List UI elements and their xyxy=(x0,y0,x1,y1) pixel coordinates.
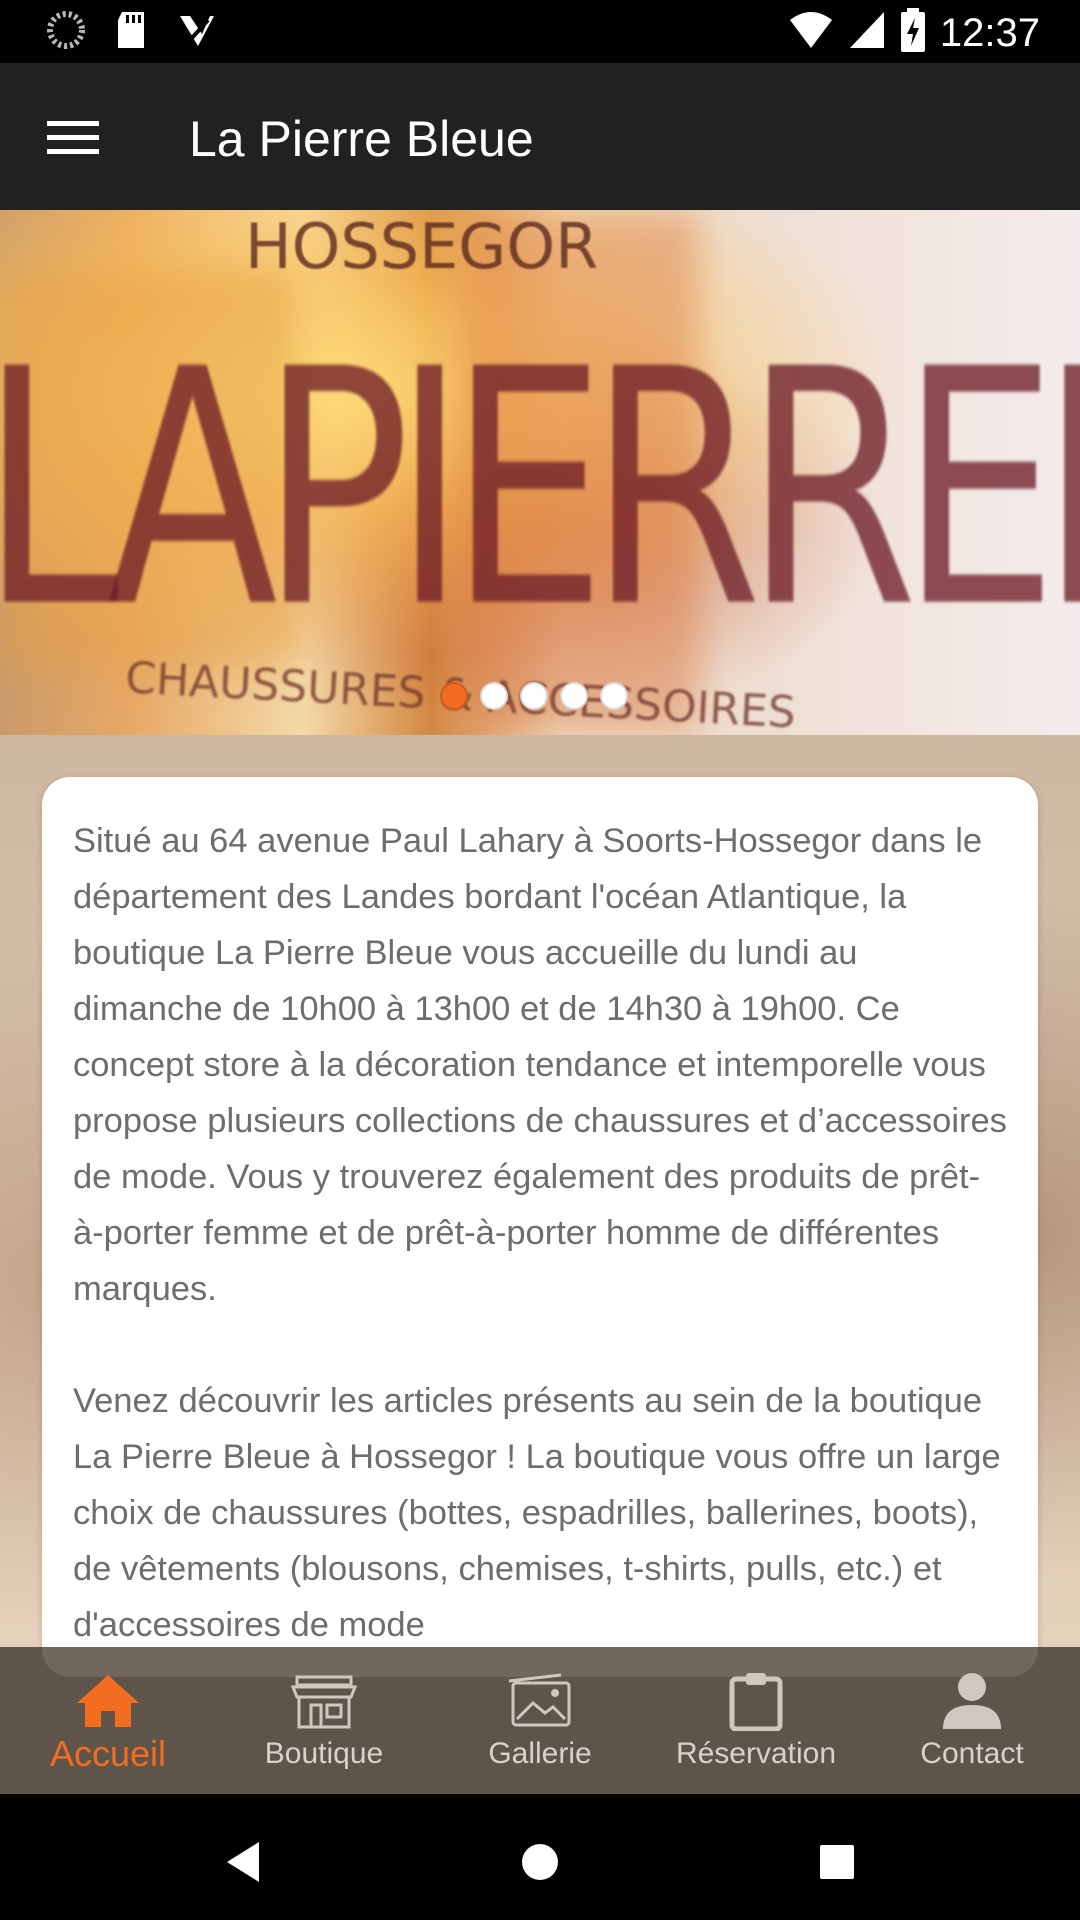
description-paragraph-1: Situé au 64 avenue Paul Lahary à Soorts-… xyxy=(73,822,1007,1308)
status-bar: 12:37 xyxy=(0,0,1080,63)
system-navigation-bar xyxy=(0,1794,1080,1920)
nav-item-contact[interactable]: Contact xyxy=(864,1647,1080,1794)
nav-item-gallerie[interactable]: Gallerie xyxy=(432,1647,648,1794)
back-icon[interactable] xyxy=(213,1832,273,1892)
app-title: La Pierre Bleue xyxy=(189,111,534,167)
sd-card-icon xyxy=(114,10,148,55)
hero-brand-text: LAPIERREBLEUE xyxy=(0,300,1080,679)
spinner-icon xyxy=(46,10,86,55)
carousel-dot-1[interactable] xyxy=(440,682,468,710)
description-paragraph-2: Venez découvrir les articles présents au… xyxy=(73,1382,1001,1644)
nav-label-reservation: Réservation xyxy=(675,1737,837,1770)
carousel-indicators xyxy=(440,682,628,710)
battery-charging-icon xyxy=(900,8,926,57)
recents-icon[interactable] xyxy=(807,1832,867,1892)
nav-item-boutique[interactable]: Boutique xyxy=(216,1647,432,1794)
home-icon xyxy=(72,1669,144,1733)
download-check-icon xyxy=(176,10,216,55)
bottom-navigation: Accueil Boutique Gallerie Réservation Co… xyxy=(0,1647,1080,1794)
hero-carousel[interactable]: HOSSEGOR LAPIERREBLEUE CHAUSSURES & ACCE… xyxy=(0,210,1080,735)
hamburger-menu-icon[interactable] xyxy=(38,103,108,173)
carousel-dot-4[interactable] xyxy=(560,682,588,710)
signal-icon xyxy=(848,10,886,55)
nav-item-reservation[interactable]: Réservation xyxy=(648,1647,864,1794)
nav-item-accueil[interactable]: Accueil xyxy=(0,1647,216,1794)
home-circle-icon[interactable] xyxy=(510,1832,570,1892)
status-time: 12:37 xyxy=(939,10,1040,55)
nav-label-accueil: Accueil xyxy=(49,1733,167,1774)
store-icon xyxy=(288,1669,360,1733)
nav-label-contact: Contact xyxy=(920,1737,1024,1770)
hero-top-text: HOSSEGOR xyxy=(245,210,599,283)
clipboard-icon xyxy=(720,1669,792,1733)
status-notifications xyxy=(46,10,216,55)
status-indicators: 12:37 xyxy=(788,8,1040,57)
app-bar: La Pierre Bleue xyxy=(0,63,1080,210)
carousel-dot-2[interactable] xyxy=(480,682,508,710)
carousel-dot-3[interactable] xyxy=(520,682,548,710)
carousel-dot-5[interactable] xyxy=(600,682,628,710)
person-icon xyxy=(936,1669,1008,1733)
nav-label-gallerie: Gallerie xyxy=(488,1737,592,1770)
nav-label-boutique: Boutique xyxy=(264,1737,384,1770)
wifi-icon xyxy=(788,10,834,55)
gallery-icon xyxy=(504,1669,576,1733)
description-card: Situé au 64 avenue Paul Lahary à Soorts-… xyxy=(42,777,1038,1677)
